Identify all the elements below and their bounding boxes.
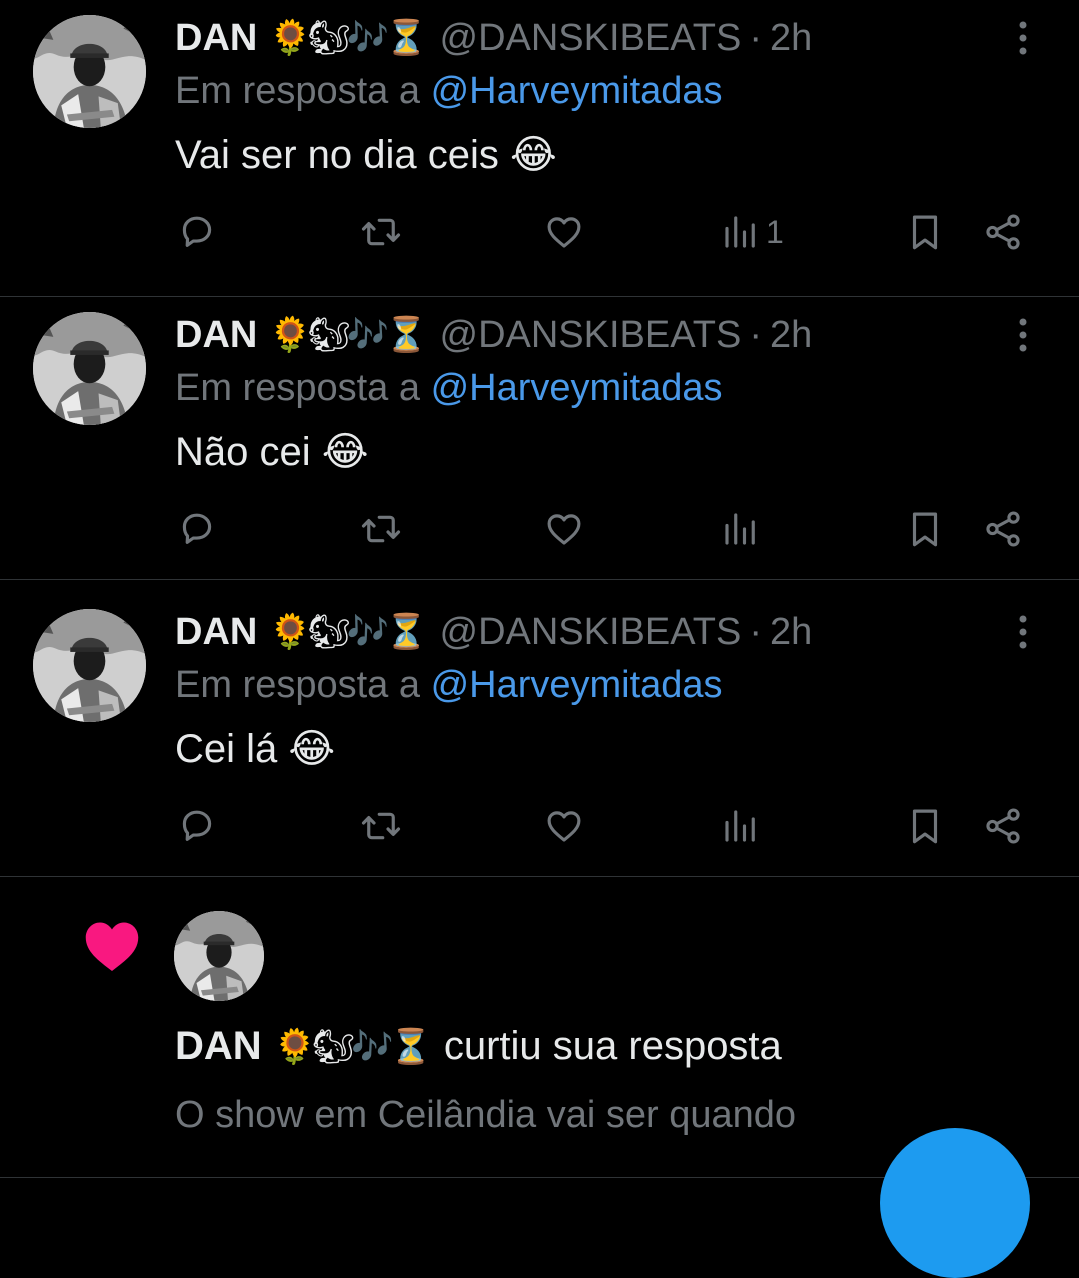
retweet-icon <box>361 515 401 543</box>
tweet[interactable]: DAN 🌻🐿🎶⏳ @DANSKIBEATS · 2h Em resposta a… <box>0 283 1079 580</box>
bookmark-icon <box>912 215 938 250</box>
retweet-icon <box>361 812 401 840</box>
share-button[interactable] <box>982 505 1024 553</box>
share-button[interactable] <box>982 802 1024 850</box>
views-icon <box>725 810 755 842</box>
bookmark-button[interactable] <box>904 208 946 256</box>
display-name[interactable]: DAN <box>175 314 257 357</box>
avatar[interactable] <box>33 15 146 128</box>
like-icon <box>547 514 581 545</box>
reply-mention[interactable]: @Harveymitadas <box>431 664 723 706</box>
bookmark-button[interactable] <box>904 802 946 850</box>
views-button[interactable] <box>720 802 766 850</box>
share-button[interactable] <box>982 208 1024 256</box>
separator: · <box>749 313 762 356</box>
name-emojis: 🌻🐿🎶⏳ <box>273 1027 432 1066</box>
notification-action: curtiu sua resposta <box>443 1024 782 1068</box>
views-button[interactable]: 1 <box>720 208 784 256</box>
reply-button[interactable] <box>176 208 218 256</box>
views-button[interactable] <box>720 505 766 553</box>
tweet-header: DAN 🌻🐿🎶⏳ @DANSKIBEATS · 2h <box>175 311 812 359</box>
separator: · <box>749 16 762 59</box>
reply-prefix: Em resposta a <box>175 664 420 706</box>
retweet-button[interactable] <box>358 208 404 256</box>
views-count: 1 <box>766 213 784 250</box>
like-icon <box>547 811 581 842</box>
more-icon[interactable] <box>1008 20 1038 56</box>
share-icon <box>986 214 1020 250</box>
bookmark-button[interactable] <box>904 505 946 553</box>
tweet-header: DAN 🌻🐿🎶⏳ @DANSKIBEATS · 2h <box>175 608 812 656</box>
retweet-button[interactable] <box>358 505 404 553</box>
like-button[interactable] <box>543 208 585 256</box>
avatar[interactable] <box>174 911 264 1001</box>
reply-button[interactable] <box>176 802 218 850</box>
display-name[interactable]: DAN <box>175 1024 262 1069</box>
tweet-header: DAN 🌻🐿🎶⏳ @DANSKIBEATS · 2h <box>175 14 812 62</box>
tweet-text: Vai ser no dia ceis 😂 <box>175 133 557 177</box>
heart-icon <box>82 918 142 979</box>
handle[interactable]: @DANSKIBEATS <box>440 611 742 654</box>
reply-context: Em resposta a @Harveymitadas <box>175 70 723 113</box>
handle[interactable]: @DANSKIBEATS <box>440 314 742 357</box>
views-icon <box>725 216 755 248</box>
reply-prefix: Em resposta a <box>175 70 420 112</box>
tweet[interactable]: DAN 🌻🐿🎶⏳ @DANSKIBEATS · 2h Em resposta a… <box>0 0 1079 297</box>
retweet-icon <box>361 218 401 246</box>
reply-prefix: Em resposta a <box>175 367 420 409</box>
avatar[interactable] <box>33 312 146 425</box>
display-name[interactable]: DAN <box>175 611 257 654</box>
reply-context: Em resposta a @Harveymitadas <box>175 367 723 410</box>
tweet-text: Cei lá 😂 <box>175 727 336 771</box>
retweet-button[interactable] <box>358 802 404 850</box>
bookmark-icon <box>912 512 938 547</box>
reply-mention[interactable]: @Harveymitadas <box>431 70 723 112</box>
reply-icon <box>182 216 212 247</box>
reply-button[interactable] <box>176 505 218 553</box>
reply-context: Em resposta a @Harveymitadas <box>175 664 723 707</box>
separator: · <box>749 610 762 653</box>
like-button[interactable] <box>543 505 585 553</box>
name-emojis: 🌻🐿🎶⏳ <box>269 19 427 57</box>
avatar[interactable] <box>33 609 146 722</box>
more-icon[interactable] <box>1008 614 1038 650</box>
tweet-text: Não cei 😂 <box>175 430 369 474</box>
like-button[interactable] <box>543 802 585 850</box>
reply-icon <box>182 810 212 841</box>
name-emojis: 🌻🐿🎶⏳ <box>269 613 427 651</box>
compose-button[interactable] <box>880 1128 1030 1278</box>
reply-icon <box>182 513 212 544</box>
reply-mention[interactable]: @Harveymitadas <box>431 367 723 409</box>
timestamp[interactable]: 2h <box>770 17 812 60</box>
like-icon <box>547 217 581 248</box>
share-icon <box>986 808 1020 844</box>
quoted-reply-text: O show em Ceilândia vai ser quando <box>175 1094 797 1136</box>
more-icon[interactable] <box>1008 317 1038 353</box>
bookmark-icon <box>912 809 938 844</box>
share-icon <box>986 511 1020 547</box>
tweet[interactable]: DAN 🌻🐿🎶⏳ @DANSKIBEATS · 2h Em resposta a… <box>0 580 1079 877</box>
handle[interactable]: @DANSKIBEATS <box>440 17 742 60</box>
timestamp[interactable]: 2h <box>770 314 812 357</box>
name-emojis: 🌻🐿🎶⏳ <box>269 316 427 354</box>
notification-text: DAN 🌻🐿🎶⏳ curtiu sua resposta <box>175 1024 782 1069</box>
display-name[interactable]: DAN <box>175 17 257 60</box>
timestamp[interactable]: 2h <box>770 611 812 654</box>
views-icon <box>725 513 755 545</box>
